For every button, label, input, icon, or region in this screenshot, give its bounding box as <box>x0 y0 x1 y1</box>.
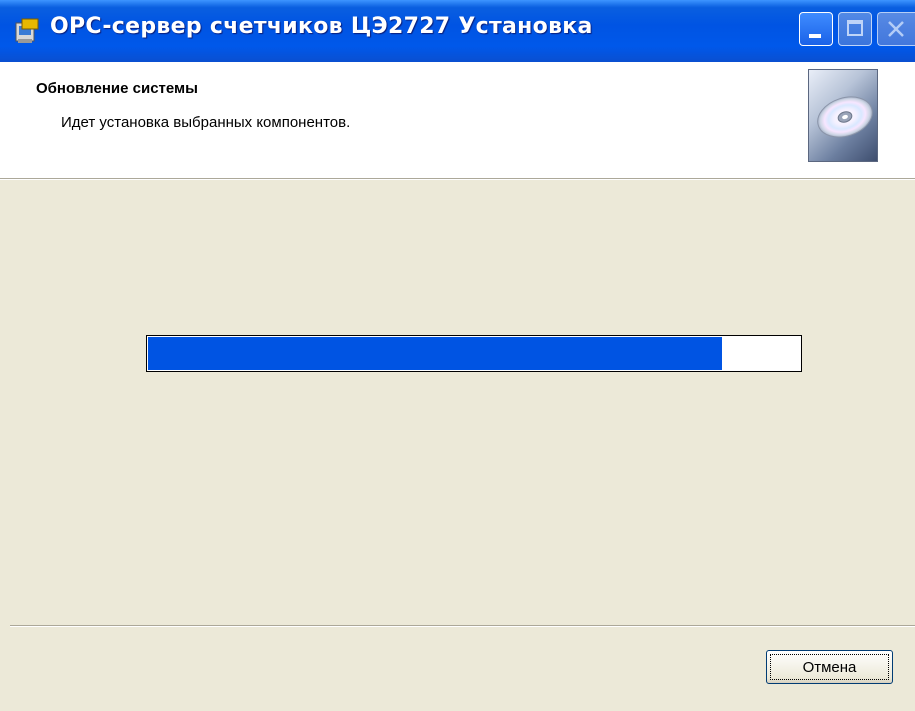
maximize-button[interactable] <box>838 12 872 46</box>
cd-disc-icon <box>808 69 878 162</box>
cancel-button[interactable]: Отмена <box>766 650 893 684</box>
minimize-button[interactable] <box>799 12 833 46</box>
minimize-icon <box>809 34 821 38</box>
close-icon <box>888 21 904 37</box>
focus-rect <box>770 654 889 680</box>
progress-fill <box>148 337 722 370</box>
installer-icon <box>15 18 39 43</box>
maximize-icon <box>847 20 863 36</box>
window-title: OPC-сервер счетчиков ЦЭ2727 Установка <box>50 14 593 39</box>
footer-divider-highlight <box>10 626 915 627</box>
title-bar[interactable]: OPC-сервер счетчиков ЦЭ2727 Установка <box>0 0 915 62</box>
dialog-header: Обновление системы Идет установка выбран… <box>0 62 915 178</box>
header-title: Обновление системы <box>36 80 198 97</box>
header-divider-highlight <box>0 179 915 180</box>
close-button[interactable] <box>877 12 915 46</box>
header-subtitle: Идет установка выбранных компонентов. <box>61 114 351 131</box>
install-progress-bar <box>146 335 802 372</box>
installer-window: OPC-сервер счетчиков ЦЭ2727 Установка Об… <box>0 0 915 711</box>
